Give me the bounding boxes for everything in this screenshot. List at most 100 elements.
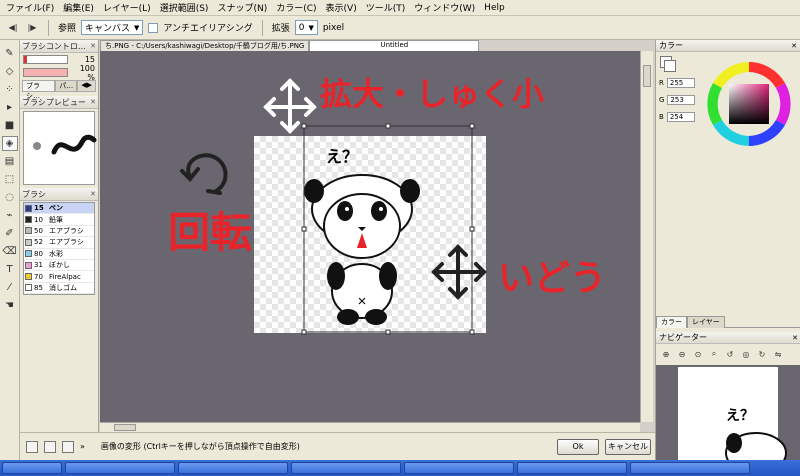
taskbar-button[interactable] <box>630 462 750 474</box>
close-icon[interactable]: ✕ <box>792 334 798 342</box>
zoom-out-icon[interactable]: ⊖ <box>676 348 688 360</box>
menu-help[interactable]: Help <box>484 3 505 13</box>
transform-handle[interactable] <box>469 226 475 232</box>
menu-snap[interactable]: スナップ(N) <box>217 1 267 14</box>
eraser-tool-icon[interactable]: ◇ <box>2 64 18 79</box>
close-icon[interactable]: ✕ <box>791 42 797 50</box>
subtab-nav-arrows[interactable]: ◀▶ <box>77 80 96 91</box>
new-layer-icon[interactable] <box>26 440 38 453</box>
brush-row[interactable]: 70 FireAlpac <box>24 271 94 283</box>
doc-tab-image[interactable]: ち.PNG - C:/Users/kashiwagi/Desktop/千鶴ブログ… <box>100 40 310 51</box>
move-tool-icon[interactable]: ▸ <box>2 100 18 115</box>
left-panels: ブラシコントロ… ✕ 15 100 % ブラシ… パ… ◀▶ ブラシプレビュー … <box>20 40 99 432</box>
transform-handle[interactable] <box>301 329 307 335</box>
horizontal-scroll-thumb[interactable] <box>114 424 136 431</box>
brush-row[interactable]: 15 ペン <box>24 203 94 215</box>
menu-tool[interactable]: ツール(T) <box>366 1 406 14</box>
menu-edit[interactable]: 編集(E) <box>63 1 94 14</box>
step-forward-icon[interactable]: |▶ <box>25 21 39 35</box>
subtab-brush[interactable]: ブラシ… <box>22 80 56 100</box>
zoom-fit-icon[interactable]: ⊙ <box>692 348 704 360</box>
menu-view[interactable]: 表示(V) <box>326 1 357 14</box>
more-icon[interactable]: » <box>80 442 85 451</box>
brush-row[interactable]: 10 鉛筆 <box>24 214 94 226</box>
transform-handle[interactable] <box>385 123 391 129</box>
rotate-right-icon[interactable]: ↻ <box>756 348 768 360</box>
menu-layer[interactable]: レイヤー(L) <box>103 1 151 14</box>
ok-button[interactable]: Ok <box>557 438 599 455</box>
brush-row[interactable]: 52 エアブラシ <box>24 237 94 249</box>
doc-tab-untitled[interactable]: Untitled <box>309 40 480 51</box>
navigator-tools: ⊕ ⊖ ⊙ ⌕ ↺ ◎ ↻ ⇋ <box>660 348 784 360</box>
brush-row[interactable]: 80 水彩 <box>24 249 94 260</box>
step-back-icon[interactable]: ◀| <box>6 21 20 35</box>
zoom-in-icon[interactable]: ⊕ <box>660 348 672 360</box>
vertical-scrollbar[interactable] <box>640 51 653 422</box>
canvas-area[interactable]: え？ 拡大・しゅく小 回転 いどう <box>100 51 640 422</box>
red-value[interactable]: 255 <box>666 78 695 88</box>
transform-handle[interactable] <box>301 226 307 232</box>
taskbar-button[interactable] <box>178 462 288 474</box>
tab-color[interactable]: カラー <box>656 316 687 328</box>
pen-tool-icon[interactable]: ✎ <box>2 46 18 61</box>
color-wheel[interactable] <box>703 58 795 150</box>
taskbar-button[interactable] <box>291 462 401 474</box>
taskbar-button[interactable] <box>65 462 175 474</box>
expand-select[interactable]: 0 ▼ <box>294 20 318 35</box>
close-icon[interactable]: ✕ <box>90 98 96 106</box>
green-value[interactable]: 253 <box>667 95 696 105</box>
antialias-checkbox[interactable] <box>148 22 159 33</box>
color-panel-header: カラー ✕ <box>656 40 800 52</box>
tool-strip: ✎ ◇ ⁘ ▸ ■ ◈ ▤ ⬚ ◌ ⌁ ✐ ⌫ T ⁄ ☚ <box>0 40 20 460</box>
zoom-reset-icon[interactable]: ⌕ <box>708 348 720 360</box>
copy-layer-icon[interactable] <box>44 440 56 453</box>
close-icon[interactable]: ✕ <box>90 190 96 198</box>
dot-pen-icon[interactable]: ⁘ <box>2 82 18 97</box>
brush-opacity-slider[interactable] <box>23 68 68 77</box>
menu-selection[interactable]: 選択範囲(S) <box>160 1 209 14</box>
flip-icon[interactable]: ⇋ <box>772 348 784 360</box>
brush-row[interactable]: 85 消しゴム <box>24 283 94 295</box>
rotate-left-icon[interactable]: ↺ <box>724 348 736 360</box>
hand-tool-icon[interactable]: ☚ <box>2 298 18 313</box>
vertical-scroll-thumb[interactable] <box>643 65 651 87</box>
brush-row[interactable]: 31 ぼかし <box>24 260 94 272</box>
brush-list-title: ブラシ <box>22 189 46 199</box>
taskbar-button[interactable] <box>404 462 514 474</box>
menu-file[interactable]: ファイル(F) <box>6 1 54 14</box>
select-rect-icon[interactable]: ⬚ <box>2 172 18 187</box>
horizontal-scrollbar[interactable] <box>100 422 640 432</box>
select-pen-icon[interactable]: ✐ <box>2 226 18 241</box>
brush-name: 消しゴム <box>49 283 77 292</box>
annotation-rotate: 回転 <box>168 208 253 257</box>
close-icon[interactable]: ✕ <box>90 42 96 50</box>
resize-arrows-icon <box>263 78 317 134</box>
fill-rect-icon[interactable]: ■ <box>2 118 18 133</box>
tab-layer[interactable]: レイヤー <box>687 316 725 328</box>
transform-handle[interactable] <box>385 329 391 335</box>
delete-layer-icon[interactable] <box>62 440 74 453</box>
magic-wand-icon[interactable]: ⌁ <box>2 208 18 223</box>
brush-row[interactable]: 50 エアブラシ <box>24 226 94 238</box>
subtab-params[interactable]: パ… <box>55 80 78 91</box>
rotate-reset-icon[interactable]: ◎ <box>740 348 752 360</box>
menu-color[interactable]: カラー(C) <box>276 1 316 14</box>
eyedropper-icon[interactable]: ⁄ <box>2 280 18 295</box>
text-tool-icon[interactable]: T <box>2 262 18 277</box>
gradient-tool-icon[interactable]: ▤ <box>2 154 18 169</box>
transform-handle[interactable] <box>301 123 307 129</box>
transform-handle[interactable] <box>469 123 475 129</box>
reference-select[interactable]: キャンバス ▼ <box>81 20 144 35</box>
brush-size-slider[interactable] <box>23 55 68 64</box>
cancel-button[interactable]: キャンセル <box>605 438 651 455</box>
bucket-tool-icon[interactable]: ◈ <box>1 136 18 151</box>
menu-window[interactable]: ウィンドウ(W) <box>414 1 475 14</box>
navigator-preview[interactable]: え？ <box>656 365 800 460</box>
secondary-color-swatch[interactable] <box>664 60 676 72</box>
select-eraser-icon[interactable]: ⌫ <box>2 244 18 259</box>
taskbar-button[interactable] <box>2 462 62 474</box>
blue-value[interactable]: 254 <box>666 112 695 122</box>
taskbar-button[interactable] <box>517 462 627 474</box>
lasso-tool-icon[interactable]: ◌ <box>2 190 18 205</box>
transform-handle[interactable] <box>469 329 475 335</box>
